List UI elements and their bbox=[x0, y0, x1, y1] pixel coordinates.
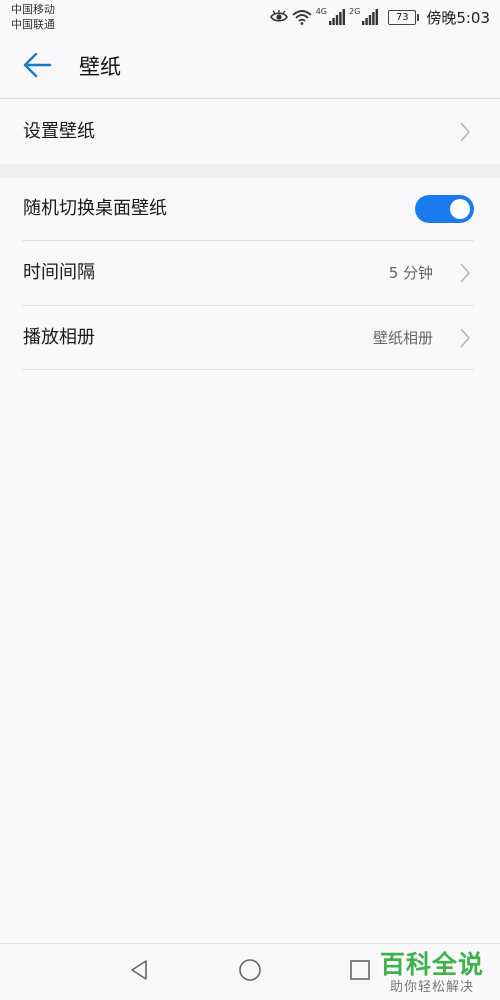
interval-row[interactable]: 时间间隔 5 分钟 bbox=[0, 241, 500, 305]
album-value: 壁纸相册 bbox=[372, 329, 433, 347]
album-row[interactable]: 播放相册 壁纸相册 bbox=[0, 306, 500, 369]
nav-home-button[interactable] bbox=[236, 958, 264, 986]
signal-icon bbox=[329, 9, 346, 25]
set-wallpaper-label: 设置壁纸 bbox=[23, 121, 95, 142]
status-bar: 中国移动 中国联通 4G 2G 73 傍晚5:03 bbox=[0, 0, 500, 36]
app-header: 壁纸 bbox=[0, 36, 500, 99]
page-title: 壁纸 bbox=[79, 55, 121, 79]
nav-recents-button[interactable] bbox=[346, 958, 374, 986]
battery-icon: 73 bbox=[388, 9, 420, 25]
wifi-icon bbox=[292, 9, 312, 25]
album-label: 播放相册 bbox=[23, 327, 95, 348]
status-time: 傍晚5:03 bbox=[426, 8, 490, 27]
watermark-subtitle: 助你轻松解决 bbox=[389, 980, 474, 995]
watermark-title: 百科全说 bbox=[379, 950, 484, 979]
carrier-1: 中国移动 bbox=[11, 3, 55, 16]
recents-square-icon bbox=[349, 959, 371, 985]
interval-value: 5 分钟 bbox=[388, 264, 433, 282]
section-divider bbox=[0, 164, 500, 178]
back-button[interactable] bbox=[18, 50, 56, 84]
toggle-knob bbox=[450, 199, 470, 219]
network-type-2: 2G bbox=[349, 6, 361, 16]
chevron-right-icon bbox=[458, 261, 472, 285]
back-triangle-icon bbox=[128, 959, 150, 985]
set-wallpaper-row[interactable]: 设置壁纸 bbox=[0, 99, 500, 164]
carrier-info: 中国移动 中国联通 bbox=[11, 2, 55, 32]
home-circle-icon bbox=[238, 958, 262, 986]
chevron-right-icon bbox=[458, 120, 472, 144]
random-wallpaper-toggle[interactable] bbox=[415, 195, 474, 223]
row-divider bbox=[22, 369, 474, 370]
signal-icon bbox=[362, 9, 379, 25]
interval-label: 时间间隔 bbox=[23, 262, 95, 283]
carrier-2: 中国联通 bbox=[11, 18, 55, 31]
status-icons: 4G 2G 73 傍晚5:03 bbox=[269, 6, 490, 28]
nav-back-button[interactable] bbox=[125, 958, 153, 986]
eye-comfort-icon bbox=[269, 10, 288, 24]
random-wallpaper-label: 随机切换桌面壁纸 bbox=[23, 198, 167, 219]
chevron-right-icon bbox=[458, 326, 472, 350]
network-type-1: 4G bbox=[315, 6, 328, 16]
back-arrow-icon bbox=[22, 52, 52, 82]
watermark-logo: 百科全说 助你轻松解决 bbox=[377, 950, 486, 996]
